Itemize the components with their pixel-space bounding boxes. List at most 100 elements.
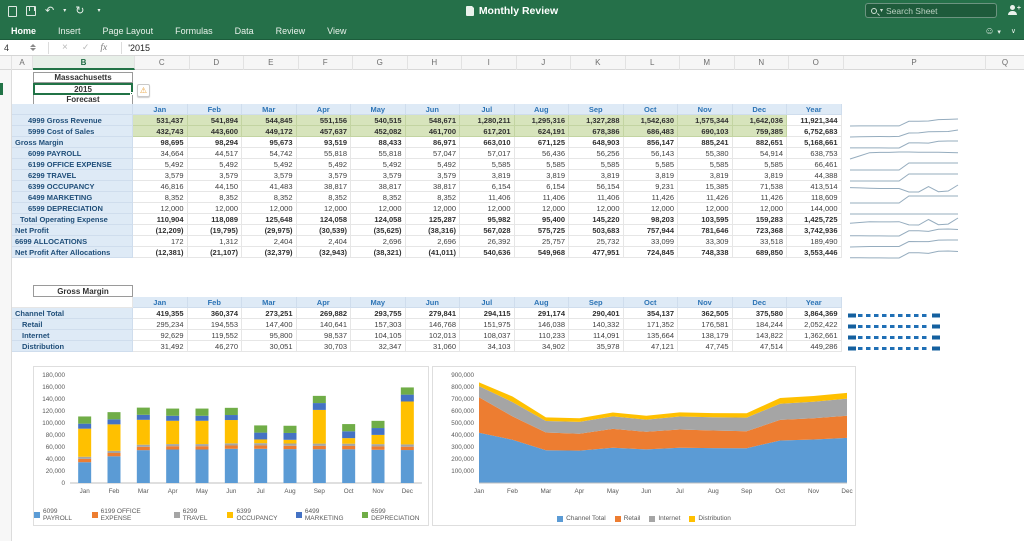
data-cell[interactable]: 3,579 [297,170,352,181]
row-label[interactable]: 6299 TRAVEL [12,170,133,181]
select-all-corner[interactable] [0,56,12,70]
data-cell[interactable]: 44,517 [188,148,243,159]
column-header-B[interactable]: B [33,56,135,70]
column-header-C[interactable]: C [135,56,190,70]
data-cell[interactable]: 55,380 [678,148,733,159]
data-cell[interactable]: 541,894 [188,115,243,126]
data-cell[interactable]: 146,038 [515,319,570,330]
data-cell[interactable]: 457,637 [297,126,352,137]
data-cell[interactable]: 12,000 [460,203,515,214]
data-cell[interactable]: 171,352 [624,319,679,330]
column-header-D[interactable]: D [190,56,245,70]
month-header-year[interactable]: Year [787,297,842,308]
data-cell[interactable]: 419,355 [133,308,188,319]
row-header-strip[interactable] [0,70,12,541]
data-cell[interactable]: 38,817 [406,181,461,192]
data-cell[interactable]: 5,492 [406,159,461,170]
data-cell[interactable]: 8,352 [351,192,406,203]
data-cell[interactable]: 689,850 [733,247,788,258]
data-cell[interactable]: 449,286 [787,341,842,352]
column-header-L[interactable]: L [626,56,681,70]
row-label[interactable]: Channel Total [12,308,133,319]
data-cell[interactable]: 56,154 [569,181,624,192]
data-cell[interactable]: 443,600 [188,126,243,137]
data-cell[interactable]: 3,579 [242,170,297,181]
column-header-P[interactable]: P [844,56,986,70]
data-cell[interactable]: 678,386 [569,126,624,137]
column-header-K[interactable]: K [571,56,626,70]
data-cell[interactable]: 6,154 [460,181,515,192]
data-cell[interactable]: 686,483 [624,126,679,137]
data-cell[interactable]: 295,234 [133,319,188,330]
data-cell[interactable]: 143,822 [733,330,788,341]
save-icon[interactable] [26,6,36,16]
data-cell[interactable]: 617,201 [460,126,515,137]
new-document-icon[interactable] [8,6,17,17]
data-cell[interactable]: 15,385 [678,181,733,192]
data-cell[interactable]: 46,270 [188,341,243,352]
data-cell[interactable]: 124,058 [297,214,352,225]
data-cell[interactable]: 3,819 [569,170,624,181]
data-cell[interactable]: 12,000 [133,203,188,214]
data-cell[interactable]: 118,609 [787,192,842,203]
data-cell[interactable]: 8,352 [242,192,297,203]
month-header-jul[interactable]: Jul [460,297,515,308]
month-header-jan[interactable]: Jan [133,104,188,115]
data-cell[interactable]: 540,515 [351,115,406,126]
warning-icon[interactable]: ⚠ [137,84,150,97]
column-header-A[interactable]: A [12,56,33,70]
data-cell[interactable]: 1,280,211 [460,115,515,126]
ribbon-tab-home[interactable]: Home [0,22,47,40]
data-cell[interactable]: 12,000 [188,203,243,214]
data-cell[interactable]: 33,309 [678,236,733,247]
data-cell[interactable]: 54,914 [733,148,788,159]
data-cell[interactable]: 32,347 [351,341,406,352]
data-cell[interactable]: 449,172 [242,126,297,137]
data-cell[interactable]: 3,579 [133,170,188,181]
data-cell[interactable]: 38,817 [351,181,406,192]
formula-input[interactable]: '2015 [128,43,150,53]
share-people-icon[interactable]: + [1006,5,1018,17]
row-label[interactable]: Retail [12,319,133,330]
data-cell[interactable]: 3,819 [624,170,679,181]
data-cell[interactable]: 12,000 [569,203,624,214]
data-cell[interactable]: 885,241 [678,137,733,148]
data-cell[interactable]: 95,800 [242,330,297,341]
data-cell[interactable]: 2,696 [351,236,406,247]
data-cell[interactable]: 176,581 [678,319,733,330]
month-header-jul[interactable]: Jul [460,104,515,115]
row-label[interactable]: Internet [12,330,133,341]
month-header-year[interactable]: Year [787,104,842,115]
data-cell[interactable]: 3,579 [406,170,461,181]
data-cell[interactable]: 93,519 [297,137,352,148]
data-cell[interactable]: 354,137 [624,308,679,319]
data-cell[interactable]: 882,651 [733,137,788,148]
data-cell[interactable]: 25,757 [515,236,570,247]
month-header-dec[interactable]: Dec [733,297,788,308]
data-cell[interactable]: 95,673 [242,137,297,148]
line-sparkline[interactable] [848,170,960,181]
data-cell[interactable]: 3,553,446 [787,247,842,258]
row-label[interactable]: Gross Margin [12,137,133,148]
data-cell[interactable]: (12,381) [133,247,188,258]
data-cell[interactable]: 1,425,725 [787,214,842,225]
data-cell[interactable]: 11,406 [460,192,515,203]
data-cell[interactable]: 140,332 [569,319,624,330]
data-cell[interactable]: 146,768 [406,319,461,330]
line-sparkline[interactable] [848,203,960,214]
data-cell[interactable]: 147,400 [242,319,297,330]
data-cell[interactable]: (38,321) [351,247,406,258]
gross-margin-area-chart[interactable]: 100,000200,000300,000400,000500,000600,0… [432,366,856,526]
data-cell[interactable]: 135,664 [624,330,679,341]
dash-sparkline[interactable] [848,341,940,352]
insert-function-icon[interactable]: fx [100,43,107,53]
data-cell[interactable]: 34,902 [515,341,570,352]
data-cell[interactable]: 110,904 [133,214,188,225]
data-cell[interactable]: 172 [133,236,188,247]
line-sparkline[interactable] [848,192,960,203]
data-cell[interactable]: 98,695 [133,137,188,148]
month-header-aug[interactable]: Aug [515,104,570,115]
data-cell[interactable]: 12,000 [351,203,406,214]
data-cell[interactable]: 3,742,936 [787,225,842,236]
row-label[interactable]: 6599 DEPRECIATION [12,203,133,214]
